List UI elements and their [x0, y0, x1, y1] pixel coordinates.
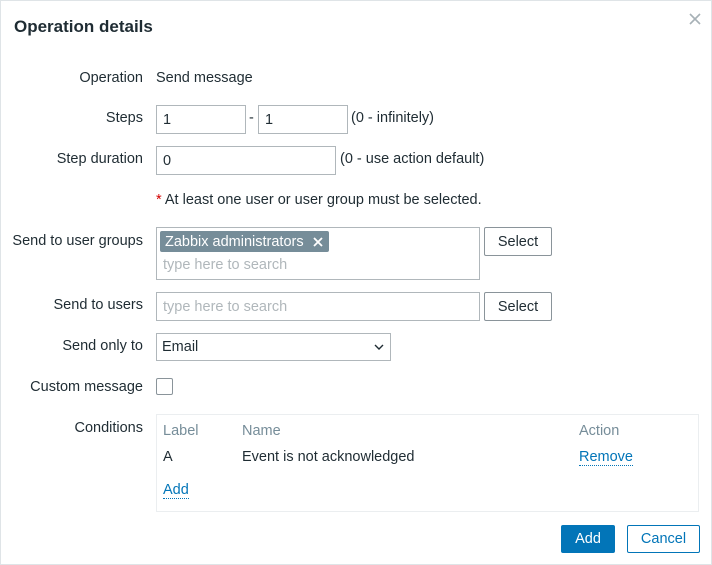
steps-hint: (0 - infinitely) — [351, 110, 434, 126]
cancel-button[interactable]: Cancel — [627, 525, 700, 553]
condition-row-label: A — [163, 449, 173, 465]
conditions-label: Conditions — [74, 420, 143, 436]
send-only-to-label: Send only to — [62, 338, 143, 354]
steps-separator: - — [249, 110, 254, 126]
conditions-header-label: Label — [163, 423, 199, 439]
condition-add-link[interactable]: Add — [163, 482, 189, 499]
custom-message-checkbox[interactable] — [156, 378, 173, 395]
steps-label: Steps — [105, 110, 143, 126]
chevron-down-icon — [374, 344, 384, 350]
user-groups-search-input[interactable] — [163, 257, 463, 273]
user-groups-label: Send to user groups — [12, 233, 143, 249]
user-group-chip: Zabbix administrators — [160, 231, 329, 252]
users-label: Send to users — [53, 297, 143, 313]
conditions-table: Label Name Action A Event is not acknowl… — [156, 414, 699, 512]
users-select-button[interactable]: Select — [484, 292, 552, 321]
step-duration-input[interactable] — [156, 146, 336, 175]
user-groups-multiselect[interactable]: Zabbix administrators — [156, 227, 480, 280]
operation-label: Operation — [79, 70, 143, 86]
chip-remove-icon[interactable] — [312, 236, 324, 248]
dialog-title: Operation details — [14, 17, 153, 36]
operation-details-dialog: Operation details Operation Send message… — [0, 0, 712, 565]
conditions-header-action: Action — [579, 423, 620, 439]
condition-remove-link[interactable]: Remove — [579, 449, 633, 466]
step-duration-hint: (0 - use action default) — [340, 151, 485, 167]
required-note-text: At least one user or user group must be … — [164, 192, 482, 208]
send-only-to-value: Email — [162, 339, 199, 355]
operation-value: Send message — [156, 70, 253, 86]
required-note: * At least one user or user group must b… — [156, 192, 482, 208]
user-group-chip-label: Zabbix administrators — [165, 233, 304, 250]
send-only-to-select[interactable]: Email — [156, 333, 391, 361]
condition-row-name: Event is not acknowledged — [242, 449, 415, 465]
steps-to-input[interactable] — [258, 105, 348, 134]
step-duration-label: Step duration — [56, 151, 143, 167]
users-search-input[interactable] — [156, 292, 480, 321]
custom-message-label: Custom message — [30, 379, 143, 395]
close-icon — [689, 13, 701, 25]
conditions-header-name: Name — [242, 423, 281, 439]
close-button[interactable] — [685, 9, 705, 29]
required-star: * — [156, 192, 162, 208]
steps-from-input[interactable] — [156, 105, 246, 134]
user-groups-select-button[interactable]: Select — [484, 227, 552, 256]
add-button[interactable]: Add — [561, 525, 615, 553]
